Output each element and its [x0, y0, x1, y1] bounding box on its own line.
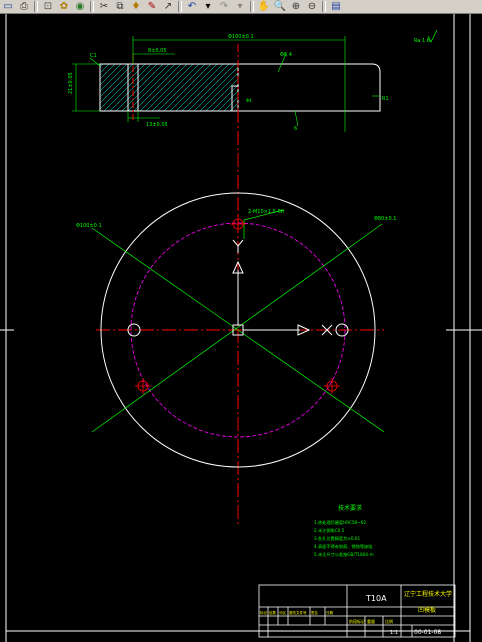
part-outline	[99, 63, 381, 112]
tech-notes-title: 技术要求	[338, 504, 362, 512]
row-label-count: 处数	[269, 610, 277, 615]
sheet-code: 00-01-08	[414, 629, 441, 636]
section-view: Φ100±0.1 8±0.05 21±0.05 C1 Φ8.4 R1 6 13±…	[68, 29, 438, 132]
properties-button[interactable]: ▤	[328, 0, 344, 13]
plot-button[interactable]: ◉	[72, 0, 88, 13]
weight-label: 重量	[367, 618, 375, 624]
tech-note-4: 4.表面不得有划痕、锈蚀等缺陷	[314, 543, 372, 550]
undo-dropdown[interactable]: ▾	[200, 0, 216, 13]
ucs-icon	[232, 239, 333, 336]
paste-button[interactable]: ↗	[160, 0, 176, 13]
toolbar-separator	[90, 1, 94, 12]
tech-note-2: 2.未注倒角C0.5	[314, 527, 345, 534]
row-label-date: 日期	[326, 610, 334, 615]
toolbar-separator	[250, 1, 254, 12]
hatch-line	[205, 78, 238, 111]
zoom-realtime-button[interactable]: 🔍	[272, 0, 288, 13]
hatch-line	[127, 64, 176, 111]
hatch-line	[100, 64, 134, 98]
print-button[interactable]: ⎙	[16, 0, 32, 13]
drawing-canvas[interactable]: Φ100±0.1 8±0.05 21±0.05 C1 Φ8.4 R1 6 13±…	[0, 14, 482, 642]
scale-value: 1:1	[390, 630, 398, 636]
hatch-line	[248, 64, 295, 111]
hatch-line	[217, 90, 238, 111]
hatch-line	[151, 64, 200, 111]
hatch-line	[145, 64, 194, 111]
hatch-line	[121, 64, 170, 111]
hatch-line	[181, 64, 230, 111]
standard-toolbar: ▭ ⎙ ⊡ ✿ ◉ ✂ ⧉ ♦ ✎ ↗ ↶ ▾ ↷ ▾ ✋ 🔍 ⊕ ⊖ ▤	[0, 0, 482, 14]
hatch-line	[100, 64, 122, 86]
row-label-doc: 更改文件号	[289, 610, 307, 615]
hatch-line	[175, 64, 224, 111]
row-label-zone: 分区	[279, 610, 287, 615]
section-dimensions	[72, 36, 380, 132]
drawing-frame	[0, 14, 482, 642]
stage-label: 阶段标记	[349, 618, 365, 624]
copy-button[interactable]: ⧉	[112, 0, 128, 13]
material: T10A	[365, 594, 387, 603]
hatch-line	[100, 64, 128, 92]
tech-note-3: 3.各孔位置精度为±0.01	[314, 535, 360, 542]
hatch-lines	[100, 64, 295, 111]
hatch-line	[187, 64, 236, 111]
dim-height-left: 21±0.05	[68, 72, 74, 94]
dim-overall-width: Φ100±0.1	[228, 34, 254, 40]
roughness-note: Ra 1.6	[414, 38, 430, 44]
school-name: 辽宁工程技术大学	[404, 590, 452, 598]
preview-button[interactable]: ⊡	[40, 0, 56, 13]
row-label-mark: 标记	[260, 610, 268, 615]
undo-button[interactable]: ↶	[184, 0, 200, 13]
hatch-line	[193, 66, 238, 111]
plan-view: 2-M10×1.5-6H Φ100±0.1 Φ80±0.1	[76, 109, 396, 524]
hatch-line	[157, 64, 206, 111]
part-name: 凹模板	[418, 606, 436, 614]
hatch-line	[163, 64, 212, 111]
hatch-line	[115, 64, 164, 111]
title-block-text: T10A 辽宁工程技术大学 凹模板 00-01-08 阶段标记 重量 比例 1:…	[260, 590, 452, 636]
save-button[interactable]: ▭	[0, 0, 16, 13]
tech-note-5: 5.未注尺寸公差按GB/T1804-m	[314, 551, 374, 558]
redo-dropdown[interactable]: ▾	[232, 0, 248, 13]
row-label-sign: 签名	[311, 610, 318, 615]
hatch-line	[133, 64, 182, 111]
toolbar-separator	[322, 1, 326, 12]
dim-bottom-left: 13±0.05	[146, 122, 168, 128]
hatch-line	[139, 64, 188, 111]
zoom-window-button[interactable]: ⊕	[288, 0, 304, 13]
pencil-button[interactable]: ✎	[144, 0, 160, 13]
dim-bottom: 6	[294, 126, 297, 132]
publish-button[interactable]: ✿	[56, 0, 72, 13]
dim-radius: R1	[382, 96, 389, 102]
callout-holes: 2-M10×1.5-6H	[248, 209, 285, 215]
dim-bore-depth: 8±0.05	[148, 48, 167, 54]
pan-button[interactable]: ✋	[256, 0, 272, 13]
hatch-line	[242, 64, 289, 111]
hatch-line	[100, 64, 140, 104]
zoom-previous-button[interactable]: ⊖	[304, 0, 320, 13]
callout-outer: Φ100±0.1	[76, 223, 102, 229]
hatch-line	[235, 108, 238, 111]
callout-pcd: Φ80±0.1	[374, 216, 396, 222]
match-properties-button[interactable]: ♦	[128, 0, 144, 13]
tech-note-1: 1.热处理后硬度HRC58~62	[314, 519, 366, 526]
dim-hole-dia: Φ8.4	[280, 52, 292, 58]
hatch-line	[211, 84, 238, 111]
redo-button[interactable]: ↷	[216, 0, 232, 13]
technical-notes: 技术要求 1.热处理后硬度HRC58~62 2.未注倒角C0.5 3.各孔位置精…	[314, 504, 374, 558]
cut-button[interactable]: ✂	[96, 0, 112, 13]
dim-chamfer: C1	[90, 53, 97, 59]
hatch-line	[100, 64, 104, 68]
hatch-line	[169, 64, 218, 111]
hatch-line	[199, 72, 238, 111]
hatch-line	[223, 96, 238, 111]
scale-label: 比例	[385, 618, 393, 624]
dim-slot-right: Φ4	[246, 98, 252, 103]
hatch-line	[229, 102, 238, 111]
toolbar-separator	[34, 1, 38, 12]
toolbar-separator	[178, 1, 182, 12]
hatch-line	[100, 64, 116, 80]
